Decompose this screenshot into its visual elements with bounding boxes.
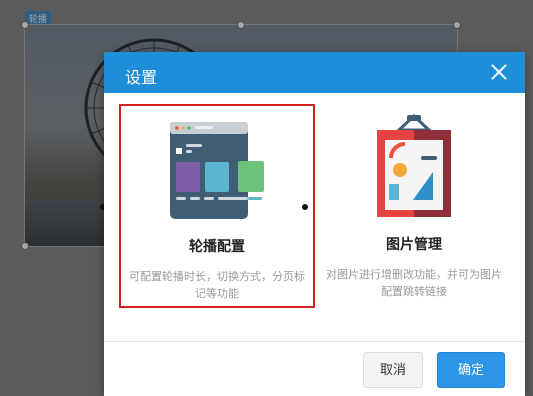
confirm-button[interactable]: 确定 (437, 352, 505, 388)
card-description: 对图片进行增删改功能，并可为图片配置跳转链接 (326, 268, 502, 298)
carousel-config-card[interactable]: 轮播配置 可配置轮播时长，切换方式，分页标记等功能 (119, 104, 315, 308)
resize-handle[interactable] (302, 204, 308, 210)
cancel-button[interactable]: 取消 (363, 352, 423, 388)
picture-frame-icon (377, 113, 451, 217)
card-description: 可配置轮播时长，切换方式，分页标记等功能 (129, 270, 305, 300)
card-title: 轮播配置 (189, 239, 245, 255)
dialog-title: 设置 (125, 68, 158, 87)
slideshow-icon (170, 122, 264, 219)
card-title: 图片管理 (386, 237, 442, 253)
image-manage-card[interactable]: 图片管理 对图片进行增删改功能，并可为图片配置跳转链接 (316, 104, 512, 308)
settings-dialog: 设置 轮播配置 可配置轮播时长，切换方式，分页标记等功能 图片管理 对图片进行增… (104, 52, 525, 396)
dialog-header: 设置 (104, 52, 525, 93)
close-icon[interactable] (489, 62, 509, 82)
dialog-footer: 取消 确定 (104, 341, 525, 396)
